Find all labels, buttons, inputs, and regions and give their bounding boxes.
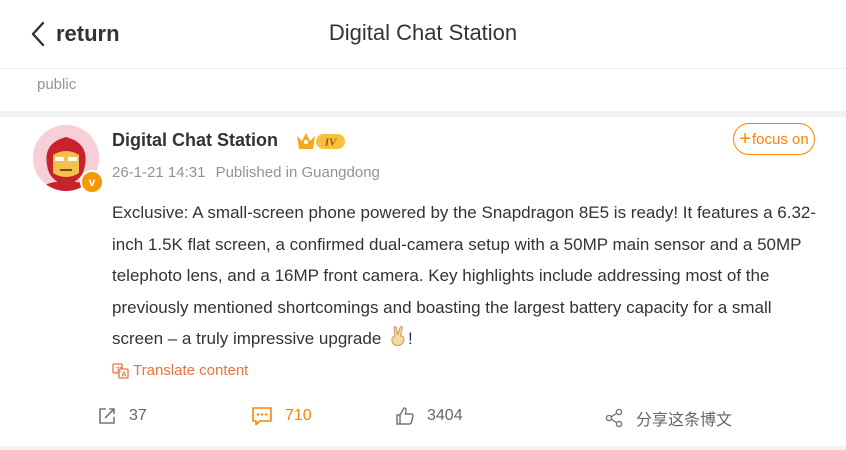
- translate-icon: 文 A: [112, 362, 129, 379]
- like-button[interactable]: 3404: [395, 406, 463, 426]
- level-badge-text: IV: [324, 137, 338, 149]
- post-body: Exclusive: A small-screen phone powered …: [112, 197, 817, 355]
- verified-badge: v: [80, 170, 104, 194]
- post-meta: 26-1-21 14:31 Published in Guangdong: [112, 164, 380, 181]
- svg-text:A: A: [121, 369, 127, 378]
- share-icon: [605, 408, 623, 428]
- visibility-label: public: [37, 76, 77, 93]
- follow-label: focus on: [751, 130, 809, 148]
- repost-icon: [99, 408, 115, 424]
- post-location: Published in Guangdong: [215, 164, 380, 181]
- author-name[interactable]: Digital Chat Station: [112, 130, 278, 151]
- page-title: Digital Chat Station: [328, 20, 518, 45]
- post-page: return Digital Chat Station public v Dig…: [0, 0, 846, 450]
- section-divider: [0, 111, 846, 117]
- repost-count: 37: [129, 407, 147, 424]
- share-button[interactable]: 分享这条博文: [604, 406, 732, 430]
- post-text-end: !: [408, 329, 413, 348]
- follow-button[interactable]: + focus on: [733, 123, 815, 155]
- level-badge: IV: [295, 130, 347, 157]
- victory-hand-icon: [391, 326, 405, 347]
- comment-count: 710: [285, 407, 312, 424]
- post-timestamp: 26-1-21 14:31: [112, 164, 206, 181]
- translate-label: Translate content: [133, 362, 249, 379]
- bottom-divider: [0, 446, 846, 450]
- plus-icon: +: [739, 128, 751, 150]
- repost-button[interactable]: 37: [97, 406, 147, 426]
- share-label: 分享这条博文: [636, 412, 733, 429]
- post-actions: 37 710 3404 分享这条博文: [0, 400, 846, 440]
- thumbs-up-icon: [396, 407, 414, 425]
- post-text: Exclusive: A small-screen phone powered …: [112, 203, 817, 348]
- translate-button[interactable]: 文 A Translate content: [112, 362, 248, 379]
- comment-icon: [252, 407, 272, 426]
- top-bar: return Digital Chat Station: [0, 0, 846, 69]
- like-count: 3404: [427, 407, 463, 424]
- comment-button[interactable]: 710: [251, 406, 312, 426]
